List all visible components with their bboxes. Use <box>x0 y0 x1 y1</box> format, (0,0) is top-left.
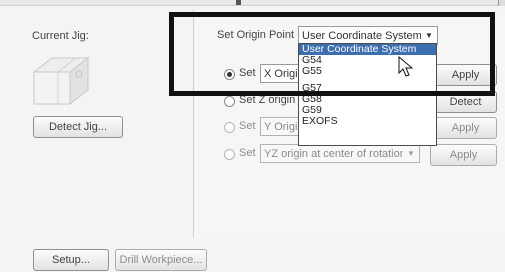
yz-origin-value: YZ origin at center of rotation <box>264 147 403 160</box>
callout-highlight-frame <box>169 12 495 96</box>
apply-yz-origin-button[interactable]: Apply <box>430 144 497 166</box>
current-jig-label: Current Jig: <box>32 30 89 42</box>
mouse-pointer-icon <box>398 56 414 77</box>
chevron-down-icon: ▼ <box>407 149 415 158</box>
set-yz-origin-label: Set <box>239 147 256 159</box>
jig-icon <box>32 56 90 106</box>
set-y-origin-radio[interactable] <box>224 122 235 133</box>
yz-origin-select[interactable]: YZ origin at center of rotation ▼ <box>260 144 420 163</box>
setup-button[interactable]: Setup... <box>33 249 109 271</box>
detect-jig-button[interactable]: Detect Jig... <box>33 116 123 138</box>
set-z-origin-radio[interactable] <box>224 96 235 107</box>
top-strip <box>0 0 505 6</box>
window-edge-marker <box>236 0 241 5</box>
set-yz-origin-radio[interactable] <box>224 149 235 160</box>
drill-workpiece-button[interactable]: Drill Workpiece... <box>115 249 207 271</box>
apply-y-origin-button[interactable]: Apply <box>434 117 497 139</box>
dropdown-option[interactable]: EXOFS <box>299 116 436 127</box>
scrollbar-corner <box>498 0 505 6</box>
set-y-origin-label: Set <box>239 120 256 132</box>
